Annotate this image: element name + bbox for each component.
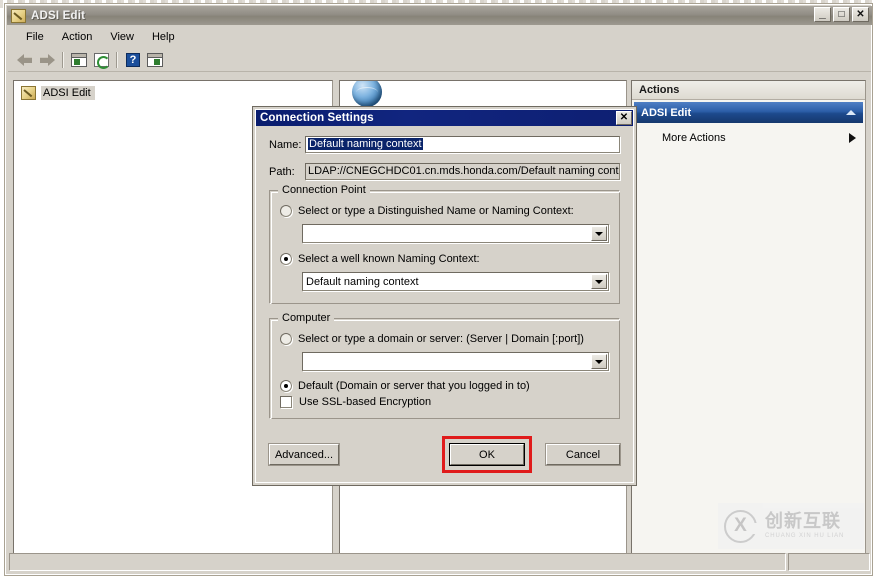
dialog-titlebar: Connection Settings ✕ xyxy=(255,109,634,126)
status-resize-area xyxy=(788,553,870,571)
radio-well-known-naming-context[interactable] xyxy=(280,253,292,265)
window-controls: _ □ ✕ xyxy=(814,7,869,22)
properties-button[interactable] xyxy=(144,50,166,70)
adsi-edit-node-icon xyxy=(21,86,36,100)
forward-icon xyxy=(39,54,55,66)
help-icon: ? xyxy=(126,53,140,67)
menu-file[interactable]: File xyxy=(17,29,53,45)
name-label: Name: xyxy=(269,139,305,151)
window-title: ADSI Edit xyxy=(31,10,85,22)
menu-help[interactable]: Help xyxy=(143,29,184,45)
actions-pane: Actions ADSI Edit More Actions xyxy=(631,80,866,561)
help-button[interactable]: ? xyxy=(122,50,144,70)
show-hide-tree-icon xyxy=(71,53,87,67)
toolbar-separator-2 xyxy=(116,52,118,68)
toolbar-separator xyxy=(62,52,64,68)
chevron-down-icon-2[interactable] xyxy=(591,274,607,289)
watermark: 创新互联 CHUANG XIN HU LIAN xyxy=(718,503,864,549)
watermark-text: 创新互联 CHUANG XIN HU LIAN xyxy=(765,512,844,539)
connection-point-group: Connection Point Select or type a Distin… xyxy=(269,190,620,304)
connection-point-group-title: Connection Point xyxy=(278,184,370,196)
radio-well-known-label: Select a well known Naming Context: xyxy=(298,253,480,265)
radio-row-distinguished-name[interactable]: Select or type a Distinguished Name or N… xyxy=(280,205,609,217)
status-text-area xyxy=(9,553,786,571)
chevron-up-icon[interactable] xyxy=(846,110,856,115)
watermark-logo-icon xyxy=(724,510,757,543)
chevron-down-icon-3[interactable] xyxy=(591,354,607,369)
maximize-icon: □ xyxy=(834,8,849,21)
close-icon: ✕ xyxy=(853,8,868,21)
watermark-chinese: 创新互联 xyxy=(765,512,844,531)
refresh-icon xyxy=(94,53,109,67)
menubar: File Action View Help xyxy=(8,27,871,47)
show-hide-tree-button[interactable] xyxy=(68,50,90,70)
radio-default-domain[interactable] xyxy=(280,380,292,392)
back-button[interactable] xyxy=(14,50,36,70)
name-input[interactable]: Default naming context xyxy=(305,136,620,153)
tree-item-label: ADSI Edit xyxy=(41,86,95,100)
action-label: More Actions xyxy=(662,132,726,144)
dialog-footer: Advanced... OK Cancel xyxy=(255,436,634,473)
radio-distinguished-name-label: Select or type a Distinguished Name or N… xyxy=(298,205,574,217)
close-button[interactable]: ✕ xyxy=(852,7,869,22)
properties-icon xyxy=(147,53,163,67)
chevron-right-icon xyxy=(849,133,856,143)
forward-button[interactable] xyxy=(36,50,58,70)
name-field-row: Name: Default naming context xyxy=(269,136,620,153)
checkbox-use-ssl[interactable] xyxy=(280,396,292,408)
statusbar xyxy=(9,553,870,571)
ok-button-highlight: OK xyxy=(442,436,532,473)
well-known-naming-context-combo[interactable]: Default naming context xyxy=(302,272,609,291)
path-label: Path: xyxy=(269,166,305,178)
computer-group: Computer Select or type a domain or serv… xyxy=(269,318,620,419)
radio-distinguished-name[interactable] xyxy=(280,205,292,217)
radio-default-domain-label: Default (Domain or server that you logge… xyxy=(298,380,530,392)
connection-settings-dialog: Connection Settings ✕ Name: Default nami… xyxy=(253,107,636,485)
actions-list: More Actions xyxy=(632,123,865,147)
radio-row-well-known[interactable]: Select a well known Naming Context: xyxy=(280,253,609,265)
checkbox-use-ssl-label: Use SSL-based Encryption xyxy=(299,396,431,408)
actions-group-adsi-edit[interactable]: ADSI Edit xyxy=(634,102,863,123)
domain-or-server-combo[interactable] xyxy=(302,352,609,371)
adsi-edit-icon xyxy=(11,9,26,23)
watermark-pinyin: CHUANG XIN HU LIAN xyxy=(765,533,844,539)
minimize-icon: _ xyxy=(815,8,830,21)
tree-item-adsi-edit[interactable]: ADSI Edit xyxy=(18,84,98,102)
radio-domain-or-server[interactable] xyxy=(280,333,292,345)
path-field-row: Path: LDAP://CNEGCHDC01.cn.mds.honda.com… xyxy=(269,163,620,180)
computer-group-title: Computer xyxy=(278,312,334,324)
radio-row-server[interactable]: Select or type a domain or server: (Serv… xyxy=(280,333,609,345)
refresh-button[interactable] xyxy=(90,50,112,70)
actions-group-label: ADSI Edit xyxy=(641,107,691,119)
advanced-button[interactable]: Advanced... xyxy=(269,444,339,465)
name-input-value: Default naming context xyxy=(308,138,423,150)
globe-icon xyxy=(352,80,382,107)
back-icon xyxy=(17,54,33,66)
actions-pane-header: Actions xyxy=(632,81,865,100)
path-input: LDAP://CNEGCHDC01.cn.mds.honda.com/Defau… xyxy=(305,163,620,180)
adsi-edit-window: ADSI Edit _ □ ✕ File Action View Help ? … xyxy=(4,3,873,576)
radio-row-default[interactable]: Default (Domain or server that you logge… xyxy=(280,380,609,392)
distinguished-name-combo[interactable] xyxy=(302,224,609,243)
toolbar: ? xyxy=(8,48,871,72)
maximize-button[interactable]: □ xyxy=(833,7,850,22)
well-known-combo-value: Default naming context xyxy=(306,276,419,288)
menu-view[interactable]: View xyxy=(101,29,143,45)
dialog-title: Connection Settings xyxy=(260,112,374,124)
window-titlebar: ADSI Edit _ □ ✕ xyxy=(7,6,872,25)
ssl-checkbox-row[interactable]: Use SSL-based Encryption xyxy=(280,396,609,408)
chevron-down-icon[interactable] xyxy=(591,226,607,241)
minimize-button[interactable]: _ xyxy=(814,7,831,22)
ok-button[interactable]: OK xyxy=(450,444,524,465)
dialog-close-button[interactable]: ✕ xyxy=(616,111,632,125)
radio-domain-or-server-label: Select or type a domain or server: (Serv… xyxy=(298,333,584,345)
menu-action[interactable]: Action xyxy=(53,29,102,45)
cancel-button[interactable]: Cancel xyxy=(546,444,620,465)
action-more-actions[interactable]: More Actions xyxy=(632,129,865,147)
dialog-body: Name: Default naming context Path: LDAP:… xyxy=(255,126,634,419)
